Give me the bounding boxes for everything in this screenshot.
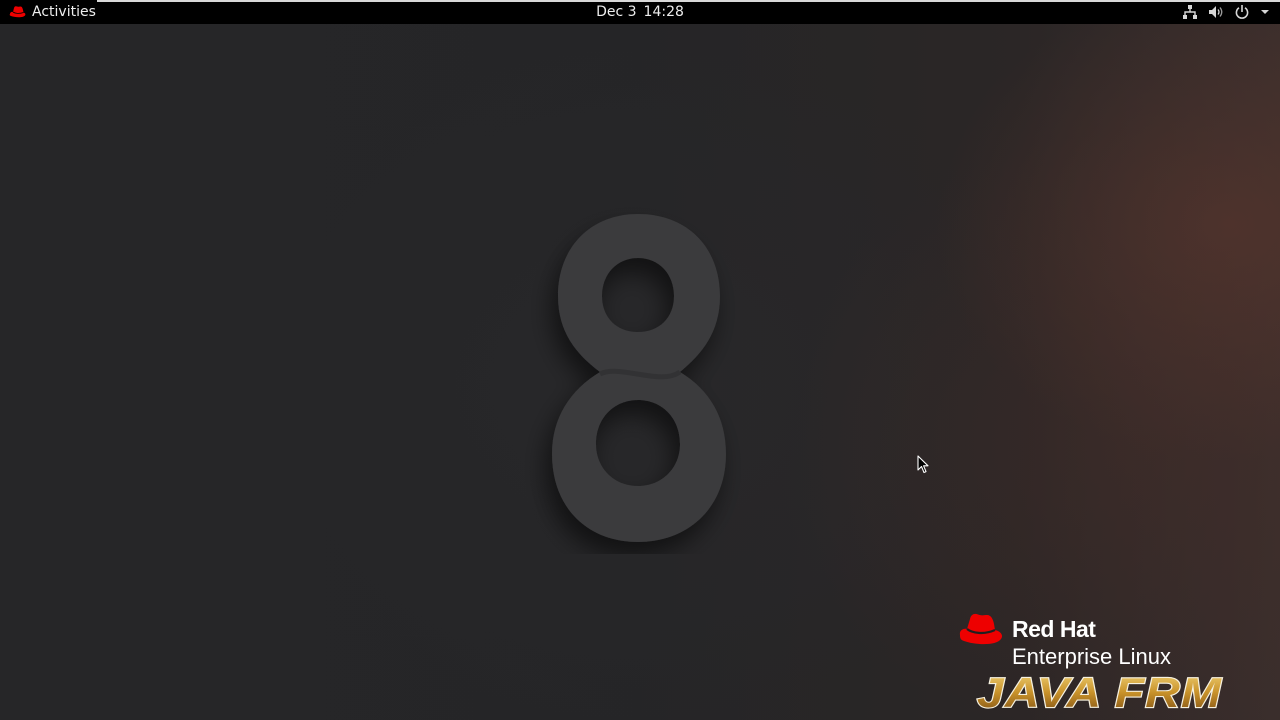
system-tray[interactable] [1182, 0, 1270, 24]
redhat-logo: Red Hat Enterprise Linux JAVA FRM [955, 609, 1225, 719]
redhat-logo-icon [959, 613, 1003, 645]
wallpaper-eight [552, 214, 726, 542]
screen: Activities Dec 3 14:28 Red Hat Enterpris… [0, 0, 1280, 720]
logo-brand-text: Red Hat [1012, 616, 1096, 642]
chevron-down-icon [1261, 10, 1269, 14]
logo-product-text: Enterprise Linux [1012, 644, 1171, 669]
clock-time: 14:28 [643, 4, 684, 20]
clock-date: Dec 3 [596, 4, 637, 20]
watermark-text: JAVA FRM [977, 669, 1222, 715]
desktop[interactable]: Red Hat Enterprise Linux JAVA FRM [0, 24, 1280, 720]
java-frm-watermark: JAVA FRM [976, 669, 1222, 715]
network-icon [1183, 5, 1197, 19]
power-icon [1235, 5, 1249, 19]
redhat-icon [9, 6, 26, 18]
volume-icon [1209, 6, 1223, 18]
clock-button[interactable]: Dec 3 14:28 [596, 4, 684, 20]
activities-button[interactable]: Activities [8, 0, 96, 24]
top-bar-edge [97, 0, 1280, 2]
mouse-pointer-icon [917, 455, 929, 474]
activities-label: Activities [32, 4, 96, 20]
top-bar: Activities Dec 3 14:28 [0, 0, 1280, 24]
clock-container: Dec 3 14:28 [0, 0, 1280, 24]
